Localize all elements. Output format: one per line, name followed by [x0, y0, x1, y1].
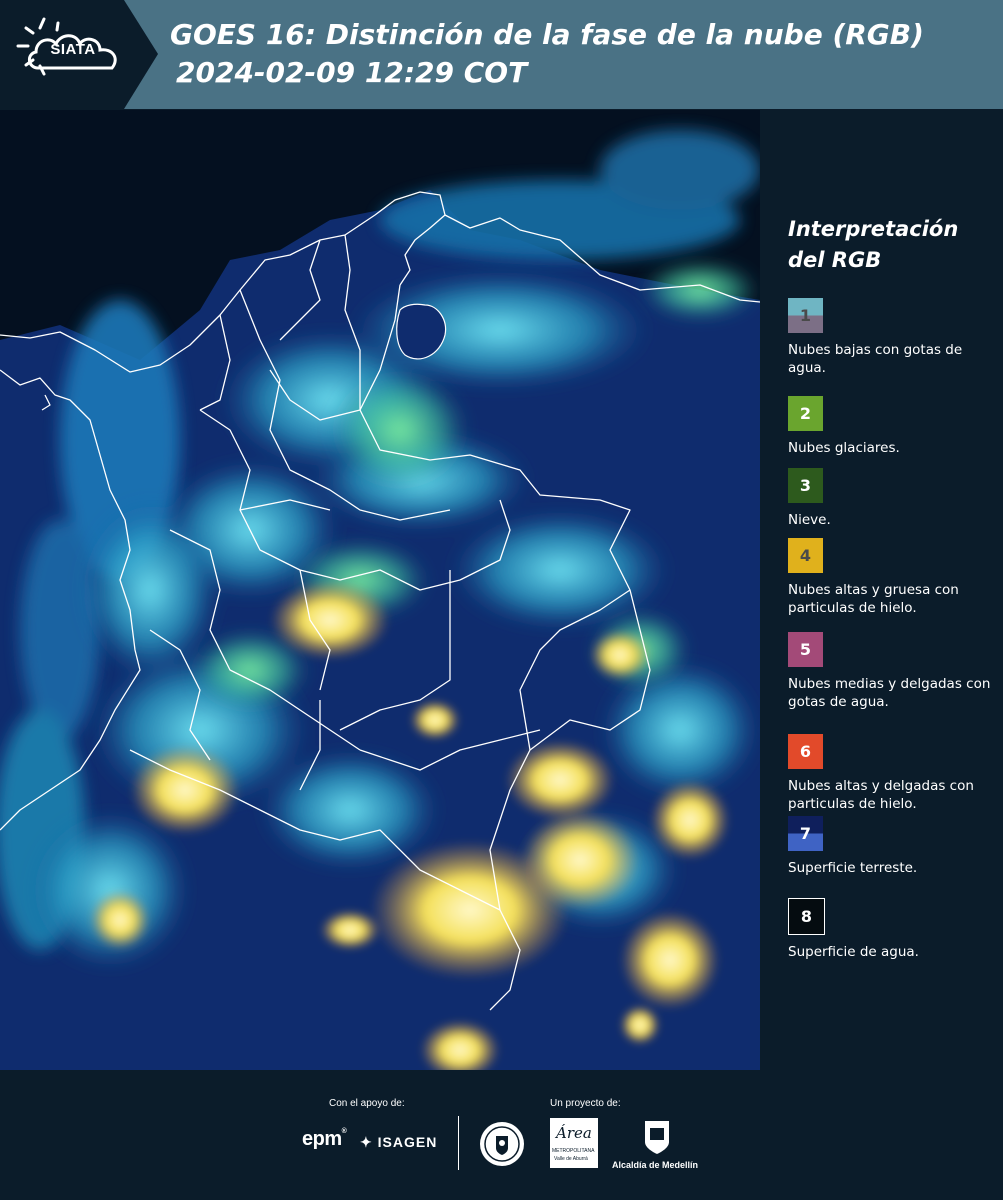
page-subtitle: 2024-02-09 12:29 COT: [176, 56, 528, 89]
legend-swatch-4: 4: [788, 538, 823, 573]
legend-swatch-1: 1: [788, 298, 823, 333]
support-label: Con el apoyo de:: [329, 1098, 405, 1109]
legend-number: 4: [799, 546, 812, 565]
legend-label: Superficie terreste.: [788, 860, 918, 876]
legend-item-5: 5 Nubes medias y delgadas con gotas de ag…: [788, 632, 1000, 711]
footer-divider: [458, 1116, 459, 1170]
medellin-seal-icon: [478, 1120, 526, 1168]
area-logo-sub: METROPOLITANA: [552, 1148, 595, 1154]
legend-swatch-5: 5: [788, 632, 823, 667]
project-label: Un proyecto de:: [550, 1098, 621, 1109]
legend-label: Nubes glaciares.: [788, 440, 900, 456]
satellite-map: [0, 110, 760, 1070]
isagen-logo-text: ISAGEN: [377, 1134, 438, 1150]
area-logo-title: Área: [556, 1124, 592, 1142]
area-metropolitana-logo: Área METROPOLITANA Valle de Aburrá: [550, 1118, 598, 1168]
epm-logo-text: epm: [302, 1128, 342, 1150]
logo-text: SIATA: [50, 41, 96, 58]
legend-item-1: 1 Nubes bajas con gotas de agua.: [788, 298, 1000, 377]
legend-swatch-2: 2: [788, 396, 823, 431]
alcaldia-shield-icon: [642, 1118, 672, 1156]
legend-swatch-8: 8: [788, 898, 825, 935]
legend-label: Nubes bajas con gotas de agua.: [788, 342, 963, 376]
legend-item-8: 8 Superficie de agua.: [788, 898, 1000, 961]
legend-item-3: 3 Nieve.: [788, 468, 1000, 529]
legend-number: 8: [800, 907, 813, 926]
legend-label: Superficie de agua.: [788, 944, 919, 960]
legend-number: 5: [799, 640, 812, 659]
isagen-mark-icon: ✦: [360, 1134, 373, 1150]
page-title: GOES 16: Distinción de la fase de la nub…: [170, 18, 924, 51]
legend-swatch-3: 3: [788, 468, 823, 503]
legend-item-7: 7 Superficie terreste.: [788, 816, 1000, 877]
legend-swatch-7: 7: [788, 816, 823, 851]
legend-item-4: 4 Nubes altas y gruesa con particulas de …: [788, 538, 1000, 617]
siata-logo: SIATA: [0, 0, 158, 109]
legend-number: 7: [799, 824, 812, 843]
legend-panel: Interpretación del RGB 1 Nubes bajas con …: [760, 110, 1003, 1070]
legend-number: 6: [799, 742, 812, 761]
epm-logo: epm®: [302, 1128, 347, 1151]
alcaldia-label: Alcaldía de Medellín: [612, 1160, 699, 1170]
legend-number: 2: [799, 404, 812, 423]
legend-number: 1: [799, 306, 812, 325]
legend-label: Nieve.: [788, 512, 831, 528]
registered-mark: ®: [341, 1128, 347, 1135]
legend-label: Nubes altas y delgadas con particulas de…: [788, 778, 974, 812]
legend-item-2: 2 Nubes glaciares.: [788, 396, 1000, 457]
legend-number: 3: [799, 476, 812, 495]
footer: Con el apoyo de: Un proyecto de: epm® ✦ …: [0, 1070, 1003, 1200]
legend-label: Nubes medias y delgadas con gotas de agu…: [788, 676, 991, 710]
header-bar: SIATA GOES 16: Distinción de la fase de …: [0, 0, 1003, 109]
legend-label: Nubes altas y gruesa con particulas de h…: [788, 582, 959, 616]
area-logo-sub2: Valle de Aburrá: [554, 1156, 588, 1162]
isagen-logo: ✦ ISAGEN: [360, 1134, 437, 1151]
legend-swatch-6: 6: [788, 734, 823, 769]
legend-item-6: 6 Nubes altas y delgadas con particulas d…: [788, 734, 1000, 813]
legend-title: Interpretación del RGB: [788, 217, 959, 272]
map-image: [0, 110, 760, 1070]
